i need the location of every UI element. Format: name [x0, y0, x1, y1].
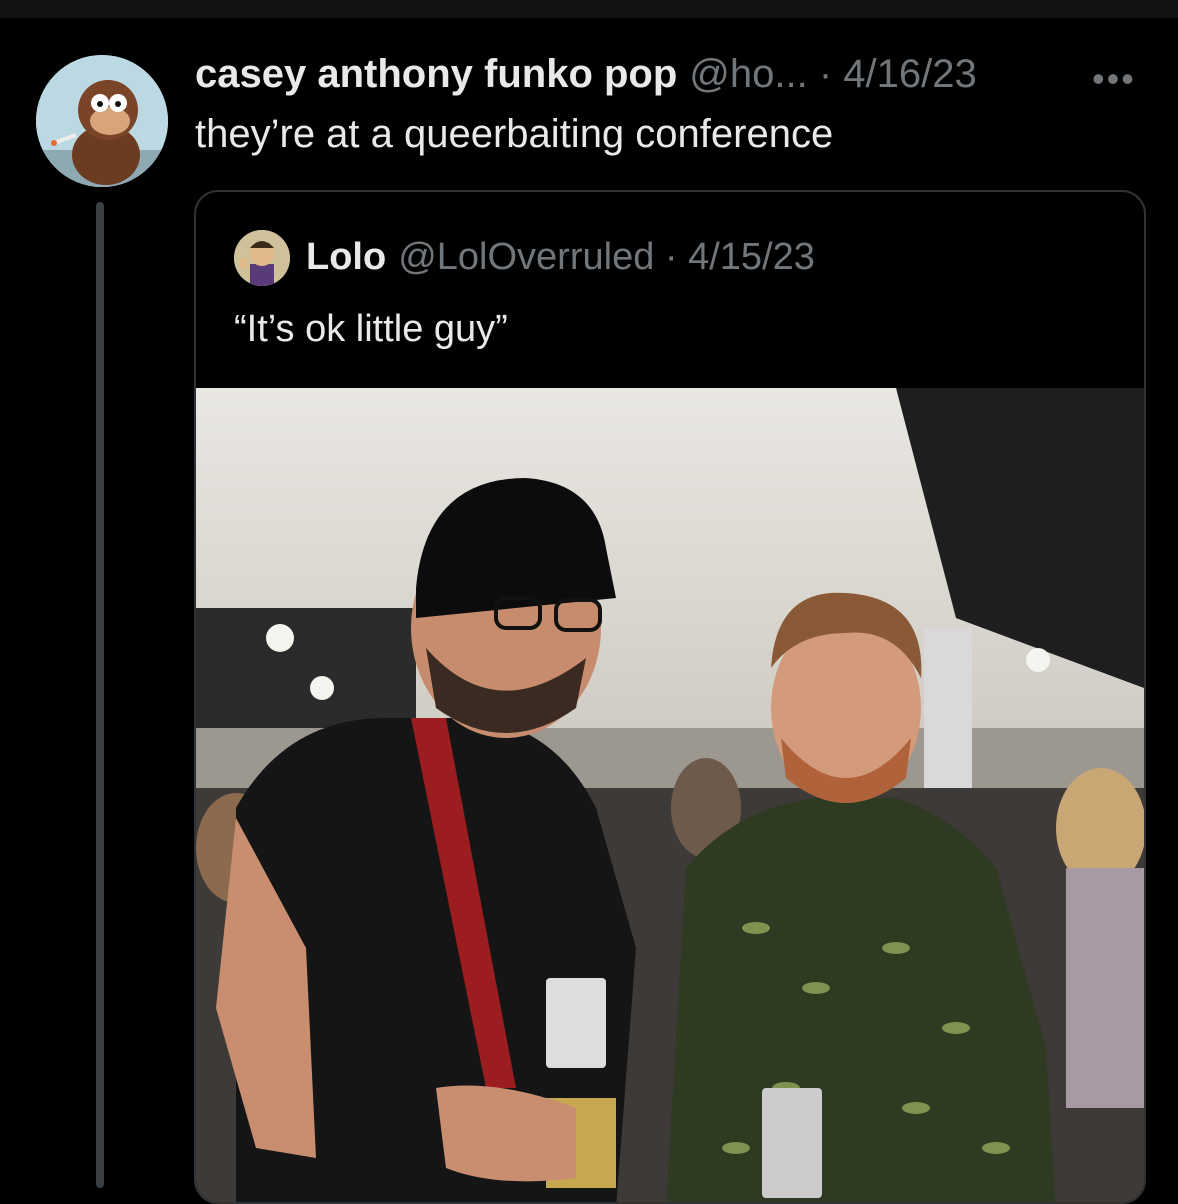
quoted-handle-and-date[interactable]: @LolOverruled · 4/15/23: [398, 236, 815, 279]
display-name[interactable]: casey anthony funko pop: [195, 52, 677, 97]
photo-image: [196, 388, 1144, 1202]
handle-and-date[interactable]: @ho... · 4/16/23: [689, 52, 976, 97]
more-horizontal-icon[interactable]: •••: [1092, 58, 1136, 100]
quoted-tweet-text: “It’s ok little guy”: [234, 308, 508, 350]
monkey-avatar-image: [36, 55, 168, 187]
tweet-text: they’re at a queerbaiting conference: [195, 112, 834, 156]
thread-line: [96, 202, 104, 1188]
top-bar: [0, 0, 1178, 18]
quoted-display-name[interactable]: Lolo: [306, 236, 386, 279]
cartoon-avatar-image: [234, 230, 290, 286]
avatar[interactable]: [36, 55, 168, 187]
quoted-tweet-card[interactable]: Lolo @LolOverruled · 4/15/23 “It’s ok li…: [194, 190, 1146, 1204]
quoted-header: Lolo @LolOverruled · 4/15/23: [306, 236, 815, 279]
quoted-tweet-photo[interactable]: [196, 388, 1144, 1202]
tweet-header: casey anthony funko pop @ho... · 4/16/23: [195, 52, 977, 102]
quoted-avatar: [234, 230, 290, 286]
